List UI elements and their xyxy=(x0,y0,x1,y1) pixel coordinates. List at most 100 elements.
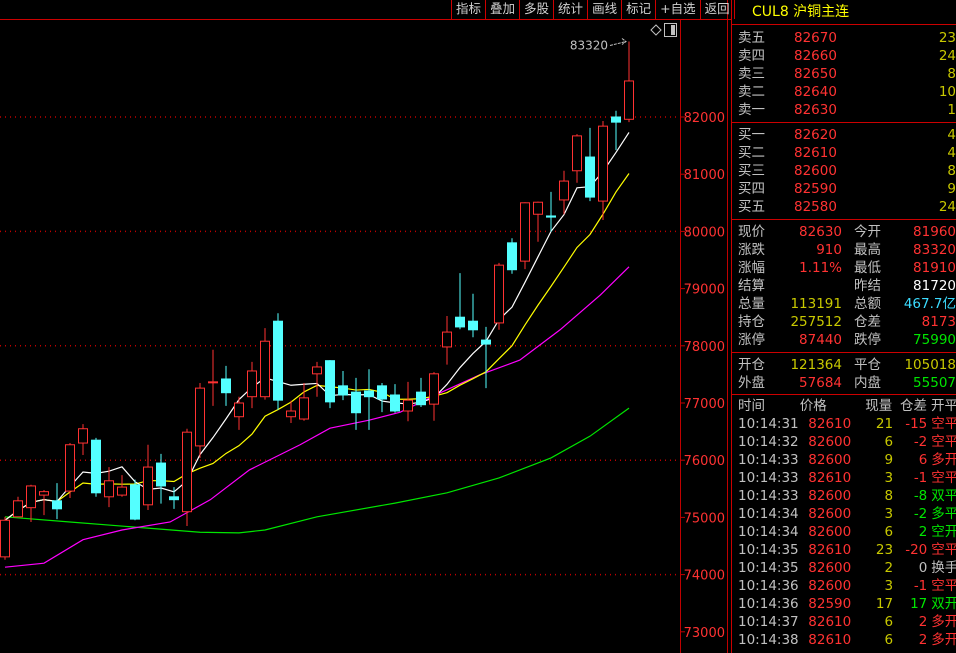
statistics-button[interactable]: 统计 xyxy=(554,0,589,19)
candle-body xyxy=(455,316,465,328)
candle-body xyxy=(559,180,569,201)
trade-time: 10:14:34 xyxy=(738,524,799,540)
trade-time: 10:14:34 xyxy=(738,506,799,522)
candle-body xyxy=(286,410,296,418)
candle-body xyxy=(585,156,595,198)
trade-volume: 17 xyxy=(875,596,894,612)
trade-row: 10:14:34 82600 3 -2 多平 xyxy=(732,505,956,523)
back-button[interactable]: 返回 xyxy=(701,0,735,19)
candle xyxy=(624,41,634,123)
ask-row[interactable]: 卖一 82630 1 xyxy=(732,101,956,119)
diamond-icon[interactable] xyxy=(650,24,662,36)
candle-body xyxy=(221,378,231,394)
stat-value: 83320 xyxy=(913,242,956,258)
candle xyxy=(416,377,426,408)
level-price: 82640 xyxy=(794,84,837,100)
candle xyxy=(390,384,400,413)
ask-row[interactable]: 卖二 82640 10 xyxy=(732,83,956,101)
trade-time: 10:14:32 xyxy=(738,434,799,450)
trade-oi-change: -1 xyxy=(913,470,928,486)
bid-row[interactable]: 买五 82580 24 xyxy=(732,198,956,216)
mark-button[interactable]: 标记 xyxy=(622,0,657,19)
candle-body xyxy=(52,500,62,510)
ask-row[interactable]: 卖五 82670 23 xyxy=(732,29,956,47)
trade-oi-change: 2 xyxy=(918,614,928,630)
col-type: 开平 xyxy=(930,398,956,414)
bid-row[interactable]: 买三 82600 8 xyxy=(732,162,956,180)
trades-list[interactable]: 10:14:31 82610 21 -15 空平 10:14:32 82600 6 -2 空平 10… xyxy=(732,415,956,649)
panel-toggle-bar xyxy=(671,25,675,35)
trade-oi-change: -2 xyxy=(913,506,928,522)
trade-row: 10:14:35 82610 23 -20 空平 xyxy=(732,541,956,559)
level-price: 82630 xyxy=(794,102,837,118)
trade-price: 82600 xyxy=(808,524,852,540)
bid-row[interactable]: 买四 82590 9 xyxy=(732,180,956,198)
candle xyxy=(91,437,101,497)
level-volume: 9 xyxy=(947,181,956,197)
trade-volume: 23 xyxy=(875,542,894,558)
trade-volume: 3 xyxy=(884,470,894,486)
trade-row: 10:14:38 82610 6 2 多开 xyxy=(732,631,956,649)
ask-row[interactable]: 卖三 82650 8 xyxy=(732,65,956,83)
candle xyxy=(52,483,62,520)
candle xyxy=(299,382,309,421)
stat-value: 57684 xyxy=(799,375,842,391)
level-label: 买四 xyxy=(738,181,765,197)
candle xyxy=(468,293,478,338)
trade-type: 空平 xyxy=(931,542,956,558)
candle-body xyxy=(247,370,257,398)
bid-row[interactable]: 买二 82610 4 xyxy=(732,144,956,162)
candle-body xyxy=(169,496,179,501)
candle xyxy=(0,516,10,560)
stat-label: 仓差 xyxy=(854,314,881,330)
candle xyxy=(312,361,322,397)
level-price: 82660 xyxy=(794,48,837,64)
trade-price: 82610 xyxy=(808,416,852,432)
stat-label: 涨跌 xyxy=(738,242,765,258)
add-watchlist-button[interactable]: +自选 xyxy=(656,0,701,19)
candle xyxy=(377,382,387,413)
stat-value: 105018 xyxy=(904,357,956,373)
trade-time: 10:14:38 xyxy=(738,632,799,648)
candle-body xyxy=(351,391,361,414)
level-label: 卖一 xyxy=(738,102,765,118)
trade-row: 10:14:33 82600 9 6 多开 xyxy=(732,451,956,469)
candle xyxy=(13,496,23,518)
trade-price: 82600 xyxy=(808,452,852,468)
level-label: 卖四 xyxy=(738,48,765,64)
stat-row: 涨幅 1.11% 最低 81910 xyxy=(732,259,956,277)
level-price: 82620 xyxy=(794,127,837,143)
trade-volume: 9 xyxy=(884,452,894,468)
trade-price: 82600 xyxy=(808,488,852,504)
ask-row[interactable]: 卖四 82660 24 xyxy=(732,47,956,65)
candle xyxy=(533,201,543,242)
bid-row[interactable]: 买一 82620 4 xyxy=(732,126,956,144)
stat-value xyxy=(774,277,842,295)
candle xyxy=(260,328,270,400)
candle xyxy=(195,382,205,458)
stat-value: 1.11% xyxy=(799,260,842,276)
kline-chart[interactable]: 73000 74000 75000 76000 77000 78000 79000 80000… xyxy=(0,0,731,653)
stat-label: 跌停 xyxy=(854,332,881,348)
trade-volume: 6 xyxy=(884,614,894,630)
candle-body xyxy=(195,387,205,447)
trade-type: 空平 xyxy=(931,416,956,432)
trade-volume: 2 xyxy=(884,560,894,576)
trade-oi-change: -20 xyxy=(905,542,928,558)
candle-body xyxy=(234,402,244,418)
y-tick-label: 76000 xyxy=(684,454,725,469)
candle xyxy=(221,365,231,406)
level-label: 买三 xyxy=(738,163,765,179)
trade-time: 10:14:37 xyxy=(738,614,799,630)
draw-line-button[interactable]: 画线 xyxy=(588,0,623,19)
indicator-button[interactable]: 指标 xyxy=(452,0,487,19)
overlay-button[interactable]: 叠加 xyxy=(486,0,521,19)
col-time: 时间 xyxy=(738,398,765,414)
candle-body xyxy=(26,485,36,509)
y-tick-label: 79000 xyxy=(684,283,725,298)
candle-body xyxy=(91,439,101,494)
candle-body xyxy=(520,202,530,262)
candle xyxy=(507,238,517,274)
trade-row: 10:14:37 82610 6 2 多开 xyxy=(732,613,956,631)
multi-stock-button[interactable]: 多股 xyxy=(520,0,555,19)
